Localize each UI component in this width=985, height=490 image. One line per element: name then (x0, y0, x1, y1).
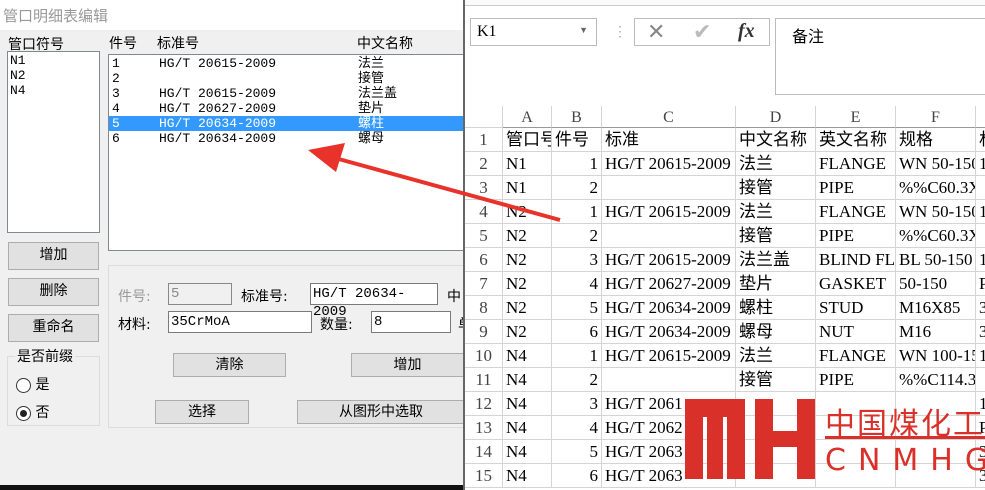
watermark-en: CNMHG (825, 443, 985, 478)
mh-logo-icon (685, 399, 815, 479)
arrow-shaft (334, 156, 561, 222)
watermark-logo: 中国煤化工 CNMHG (685, 397, 985, 490)
watermark-divider (825, 436, 985, 439)
arrow-head (308, 143, 345, 172)
